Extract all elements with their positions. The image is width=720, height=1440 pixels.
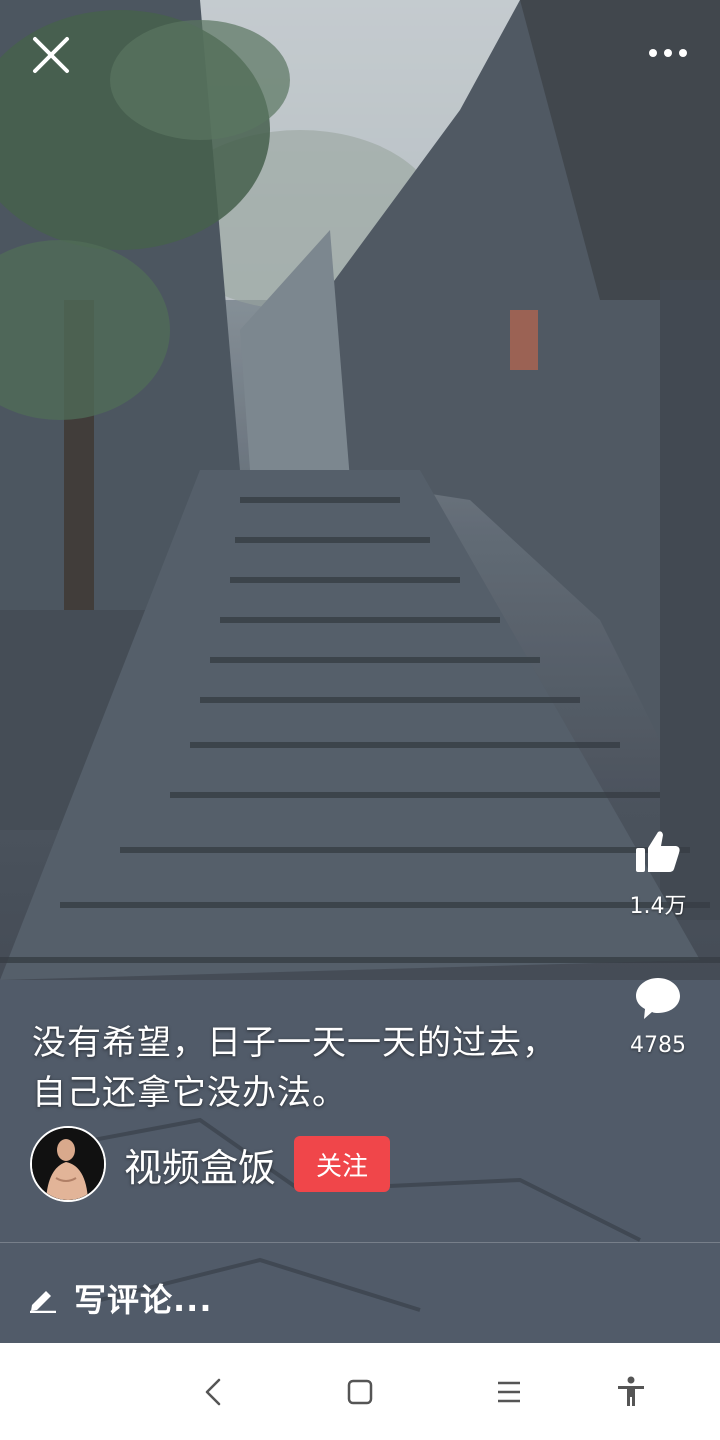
close-button[interactable] <box>24 28 78 82</box>
avatar[interactable] <box>30 1126 106 1202</box>
comment-button[interactable]: 4785 <box>622 975 694 1058</box>
divider <box>0 1242 720 1243</box>
nav-accessibility-button[interactable] <box>606 1367 656 1417</box>
accessibility-icon <box>618 1376 644 1406</box>
thumbs-up-icon <box>636 831 680 872</box>
comment-input-placeholder: 写评论... <box>74 1281 213 1319</box>
pencil-icon <box>30 1291 56 1313</box>
nav-menu-button[interactable] <box>484 1367 534 1417</box>
nav-back-button[interactable] <box>188 1367 238 1417</box>
comment-bubble-icon <box>636 978 680 1019</box>
menu-icon <box>498 1381 520 1403</box>
follow-button[interactable]: 关注 <box>294 1136 391 1192</box>
caption-line: 自己还拿它没办法。 <box>32 1073 347 1113</box>
like-count: 1.4万 <box>629 894 687 919</box>
author-row: 视频盒饭 关注 <box>30 1126 391 1202</box>
system-nav-bar <box>0 1343 720 1440</box>
close-icon <box>33 37 69 73</box>
comment-input[interactable]: 写评论... <box>28 1268 212 1328</box>
more-icon <box>649 49 687 57</box>
nav-home-button[interactable] <box>335 1367 385 1417</box>
back-icon <box>205 1378 221 1406</box>
author-name[interactable]: 视频盒饭 <box>124 1137 276 1192</box>
caption-line: 没有希望，日子一天一天的过去， <box>32 1023 557 1063</box>
comment-count: 4785 <box>630 1033 686 1058</box>
like-button[interactable]: 1.4万 <box>622 828 694 920</box>
avatar-image <box>32 1128 104 1200</box>
home-icon <box>347 1379 373 1405</box>
more-button[interactable] <box>640 30 696 76</box>
video-caption: 没有希望，日子一天一天的过去， 自己还拿它没办法。 <box>32 1018 592 1118</box>
